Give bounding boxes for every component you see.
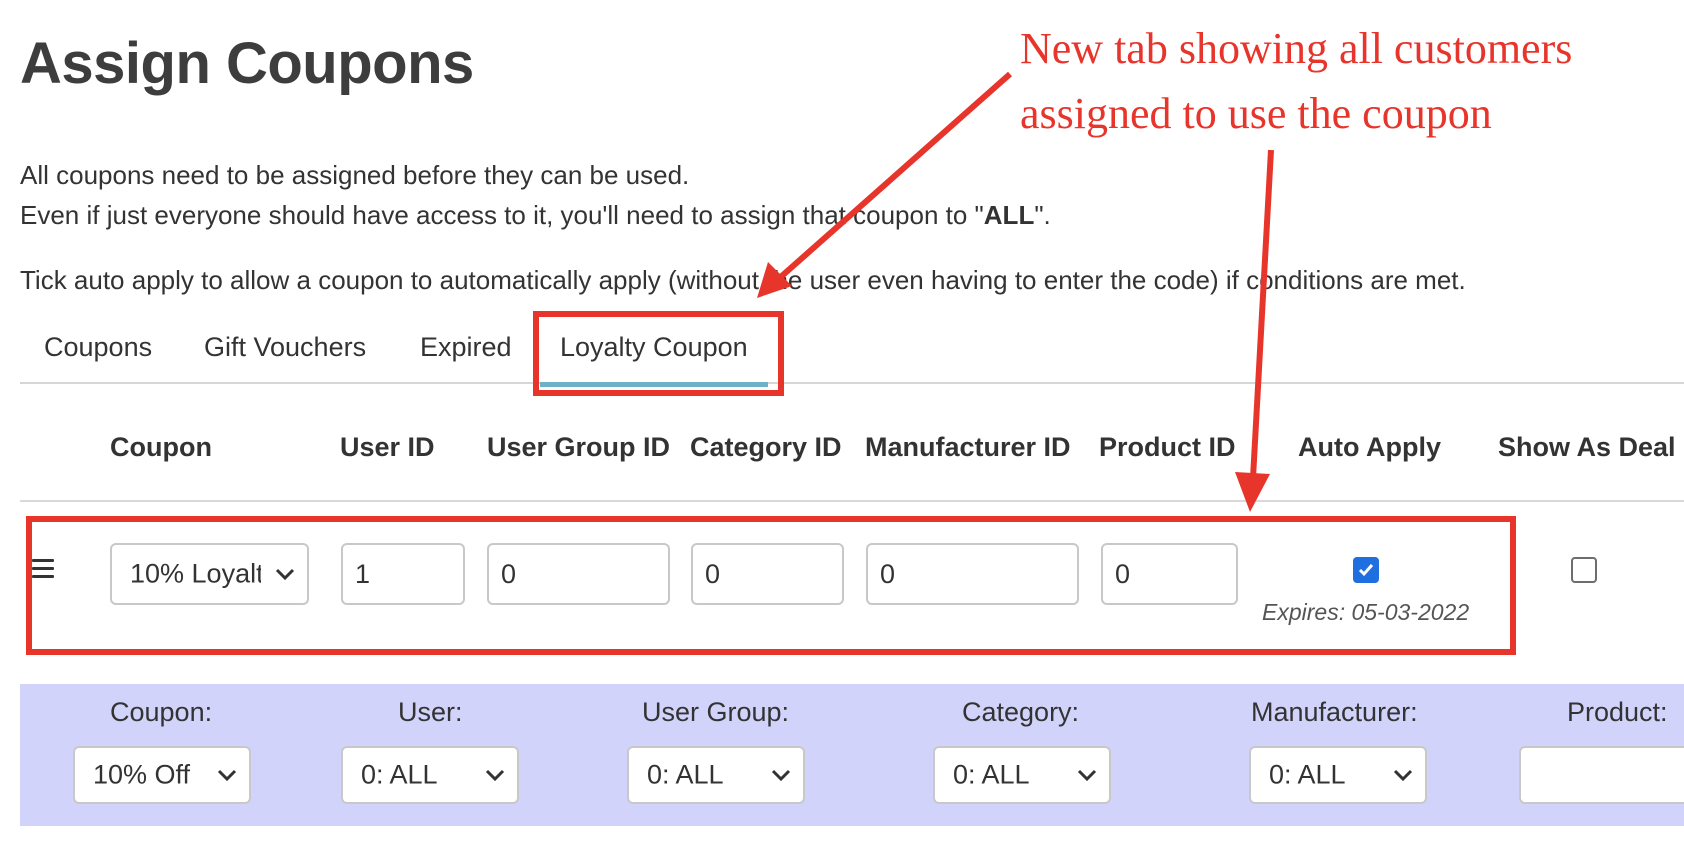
annotation-arrow-to-row (1250, 149, 1274, 479)
annotation-arrowhead-tab (757, 262, 792, 298)
annotation-arrow-to-tab (773, 71, 1012, 285)
annotation-arrows (757, 71, 1274, 512)
annotation-arrowhead-row (1235, 472, 1270, 512)
